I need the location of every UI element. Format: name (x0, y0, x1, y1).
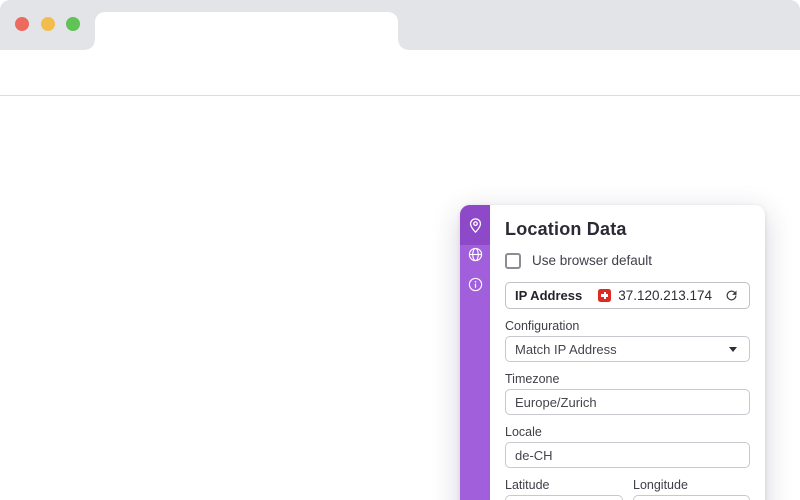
use-browser-default-label: Use browser default (532, 253, 653, 268)
longitude-input[interactable] (633, 495, 750, 500)
minimize-window-button[interactable] (41, 17, 55, 31)
use-browser-default-checkbox[interactable] (505, 252, 521, 269)
use-browser-default-row: Use browser default (505, 252, 750, 269)
popup-title: Location Data (505, 219, 627, 239)
browser-titlebar (0, 0, 800, 50)
location-data-popup: Location Data Use browser default IP Add… (460, 205, 765, 500)
timezone-input[interactable] (505, 389, 750, 415)
coordinates-row: Latitude Longitude (505, 468, 750, 500)
ip-refresh-button[interactable] (723, 287, 740, 304)
timezone-label: Timezone (505, 372, 560, 386)
locale-label: Locale (505, 425, 542, 439)
popup-sidebar (460, 205, 490, 500)
latitude-input[interactable] (505, 495, 623, 500)
latitude-field: Latitude (505, 468, 623, 500)
latitude-label: Latitude (505, 478, 550, 492)
ip-address-value: 37.120.213.174 (618, 288, 713, 303)
chevron-down-icon (729, 346, 737, 352)
sidebar-item-domain[interactable] (460, 239, 490, 269)
refresh-icon (726, 290, 737, 301)
configuration-label: Configuration (505, 319, 580, 333)
configuration-select[interactable]: Match IP Address (505, 336, 750, 362)
browser-tab[interactable] (85, 12, 408, 50)
location-pin-icon (469, 217, 481, 233)
globe-icon (468, 247, 482, 261)
popup-content: Location Data Use browser default IP Add… (490, 205, 765, 500)
sidebar-item-info[interactable] (460, 269, 490, 299)
browser-window: Location Data Use browser default IP Add… (0, 0, 800, 500)
browser-toolbar (0, 50, 800, 140)
ip-address-label: IP Address (515, 288, 583, 303)
ip-address-box: IP Address 37.120.213.174 (505, 282, 750, 309)
page-content: Location Data Use browser default IP Add… (0, 97, 800, 500)
close-window-button[interactable] (15, 17, 29, 31)
longitude-label: Longitude (633, 478, 688, 492)
longitude-field: Longitude (633, 468, 750, 500)
info-icon (468, 277, 482, 291)
zoom-window-button[interactable] (66, 17, 80, 31)
swiss-flag-icon (598, 289, 612, 302)
configuration-value: Match IP Address (515, 341, 617, 357)
locale-input[interactable] (505, 442, 750, 468)
